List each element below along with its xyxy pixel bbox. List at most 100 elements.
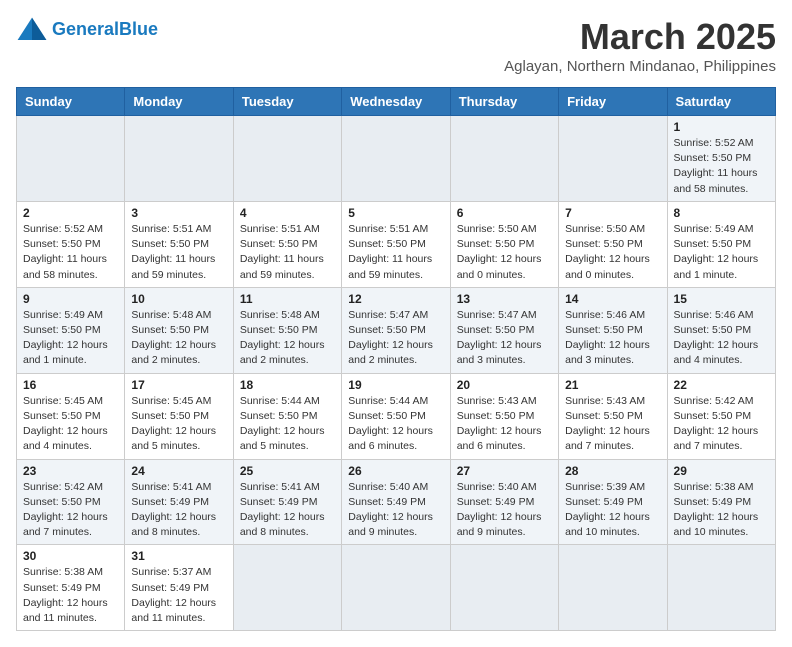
calendar-day-cell: 10 Sunrise: 5:48 AM Sunset: 5:50 PM Dayli… <box>125 287 233 373</box>
calendar-day-cell: 29Sunrise: 5:38 AM Sunset: 5:49 PM Dayli… <box>667 459 775 545</box>
day-info: Sunrise: 5:40 AM Sunset: 5:49 PM Dayligh… <box>457 480 552 541</box>
day-info: Sunrise: 5:51 AM Sunset: 5:50 PM Dayligh… <box>240 222 335 283</box>
day-number: 22 <box>674 378 769 392</box>
day-info: Sunrise: 5:42 AM Sunset: 5:50 PM Dayligh… <box>674 394 769 455</box>
calendar-day-cell: 11 Sunrise: 5:48 AM Sunset: 5:50 PM Dayli… <box>233 287 341 373</box>
calendar-day-cell: 21 Sunrise: 5:43 AM Sunset: 5:50 PM Dayli… <box>559 373 667 459</box>
calendar-day-cell: 26 Sunrise: 5:40 AM Sunset: 5:49 PM Dayli… <box>342 459 450 545</box>
calendar-day-cell: 8Sunrise: 5:49 AM Sunset: 5:50 PM Daylig… <box>667 201 775 287</box>
calendar-day-cell <box>125 116 233 202</box>
calendar-day-cell: 22 Sunrise: 5:42 AM Sunset: 5:50 PM Dayli… <box>667 373 775 459</box>
day-number: 30 <box>23 549 118 563</box>
day-number: 4 <box>240 206 335 220</box>
calendar-week-row: 23 Sunrise: 5:42 AM Sunset: 5:50 PM Dayli… <box>17 459 776 545</box>
day-number: 3 <box>131 206 226 220</box>
calendar-day-cell <box>233 116 341 202</box>
calendar-day-cell: 2 Sunrise: 5:52 AM Sunset: 5:50 PM Daylig… <box>17 201 125 287</box>
weekday-header-cell: Saturday <box>667 88 775 116</box>
day-number: 15 <box>674 292 769 306</box>
day-number: 5 <box>348 206 443 220</box>
logo-text: GeneralBlue <box>52 20 158 40</box>
day-info: Sunrise: 5:48 AM Sunset: 5:50 PM Dayligh… <box>131 308 226 369</box>
calendar-day-cell: 4 Sunrise: 5:51 AM Sunset: 5:50 PM Daylig… <box>233 201 341 287</box>
calendar-day-cell: 20Sunrise: 5:43 AM Sunset: 5:50 PM Dayli… <box>450 373 558 459</box>
calendar-day-cell: 19 Sunrise: 5:44 AM Sunset: 5:50 PM Dayli… <box>342 373 450 459</box>
day-number: 26 <box>348 464 443 478</box>
page-header: GeneralBlue March 2025 Aglayan, Northern… <box>16 16 776 75</box>
day-info: Sunrise: 5:40 AM Sunset: 5:49 PM Dayligh… <box>348 480 443 541</box>
day-info: Sunrise: 5:38 AM Sunset: 5:49 PM Dayligh… <box>674 480 769 541</box>
day-info: Sunrise: 5:44 AM Sunset: 5:50 PM Dayligh… <box>348 394 443 455</box>
calendar-title: March 2025 <box>504 16 776 58</box>
weekday-header-cell: Wednesday <box>342 88 450 116</box>
day-info: Sunrise: 5:45 AM Sunset: 5:50 PM Dayligh… <box>23 394 118 455</box>
calendar-day-cell: 9 Sunrise: 5:49 AM Sunset: 5:50 PM Daylig… <box>17 287 125 373</box>
day-info: Sunrise: 5:38 AM Sunset: 5:49 PM Dayligh… <box>23 565 118 626</box>
day-info: Sunrise: 5:43 AM Sunset: 5:50 PM Dayligh… <box>457 394 552 455</box>
day-number: 25 <box>240 464 335 478</box>
day-info: Sunrise: 5:52 AM Sunset: 5:50 PM Dayligh… <box>23 222 118 283</box>
day-number: 19 <box>348 378 443 392</box>
calendar-day-cell: 15 Sunrise: 5:46 AM Sunset: 5:50 PM Dayli… <box>667 287 775 373</box>
day-info: Sunrise: 5:45 AM Sunset: 5:50 PM Dayligh… <box>131 394 226 455</box>
day-number: 2 <box>23 206 118 220</box>
day-number: 12 <box>348 292 443 306</box>
day-info: Sunrise: 5:51 AM Sunset: 5:50 PM Dayligh… <box>131 222 226 283</box>
weekday-header-row: SundayMondayTuesdayWednesdayThursdayFrid… <box>17 88 776 116</box>
calendar-day-cell: 30 Sunrise: 5:38 AM Sunset: 5:49 PM Dayli… <box>17 545 125 631</box>
day-number: 7 <box>565 206 660 220</box>
logo: GeneralBlue <box>16 16 158 44</box>
day-info: Sunrise: 5:47 AM Sunset: 5:50 PM Dayligh… <box>348 308 443 369</box>
calendar-week-row: 16 Sunrise: 5:45 AM Sunset: 5:50 PM Dayli… <box>17 373 776 459</box>
day-number: 28 <box>565 464 660 478</box>
weekday-header-cell: Thursday <box>450 88 558 116</box>
day-number: 11 <box>240 292 335 306</box>
day-number: 9 <box>23 292 118 306</box>
calendar-day-cell: 28Sunrise: 5:39 AM Sunset: 5:49 PM Dayli… <box>559 459 667 545</box>
day-info: Sunrise: 5:41 AM Sunset: 5:49 PM Dayligh… <box>131 480 226 541</box>
calendar-day-cell: 5 Sunrise: 5:51 AM Sunset: 5:50 PM Daylig… <box>342 201 450 287</box>
calendar-day-cell <box>17 116 125 202</box>
logo-icon <box>16 16 48 44</box>
day-number: 16 <box>23 378 118 392</box>
day-number: 23 <box>23 464 118 478</box>
day-number: 31 <box>131 549 226 563</box>
day-number: 10 <box>131 292 226 306</box>
calendar-day-cell <box>450 545 558 631</box>
day-info: Sunrise: 5:49 AM Sunset: 5:50 PM Dayligh… <box>23 308 118 369</box>
calendar-day-cell: 16 Sunrise: 5:45 AM Sunset: 5:50 PM Dayli… <box>17 373 125 459</box>
calendar-day-cell <box>342 545 450 631</box>
calendar-day-cell: 18Sunrise: 5:44 AM Sunset: 5:50 PM Dayli… <box>233 373 341 459</box>
weekday-header-cell: Sunday <box>17 88 125 116</box>
calendar-table: SundayMondayTuesdayWednesdayThursdayFrid… <box>16 87 776 631</box>
day-info: Sunrise: 5:48 AM Sunset: 5:50 PM Dayligh… <box>240 308 335 369</box>
calendar-week-row: 30 Sunrise: 5:38 AM Sunset: 5:49 PM Dayli… <box>17 545 776 631</box>
day-info: Sunrise: 5:41 AM Sunset: 5:49 PM Dayligh… <box>240 480 335 541</box>
weekday-header-cell: Monday <box>125 88 233 116</box>
day-info: Sunrise: 5:43 AM Sunset: 5:50 PM Dayligh… <box>565 394 660 455</box>
calendar-day-cell <box>450 116 558 202</box>
calendar-day-cell: 12 Sunrise: 5:47 AM Sunset: 5:50 PM Dayli… <box>342 287 450 373</box>
calendar-day-cell: 23 Sunrise: 5:42 AM Sunset: 5:50 PM Dayli… <box>17 459 125 545</box>
day-number: 8 <box>674 206 769 220</box>
day-info: Sunrise: 5:51 AM Sunset: 5:50 PM Dayligh… <box>348 222 443 283</box>
calendar-week-row: 9 Sunrise: 5:49 AM Sunset: 5:50 PM Daylig… <box>17 287 776 373</box>
day-info: Sunrise: 5:52 AM Sunset: 5:50 PM Dayligh… <box>674 136 769 197</box>
weekday-header-cell: Tuesday <box>233 88 341 116</box>
day-info: Sunrise: 5:42 AM Sunset: 5:50 PM Dayligh… <box>23 480 118 541</box>
calendar-day-cell: 7Sunrise: 5:50 AM Sunset: 5:50 PM Daylig… <box>559 201 667 287</box>
day-number: 21 <box>565 378 660 392</box>
calendar-day-cell <box>559 545 667 631</box>
calendar-day-cell: 17Sunrise: 5:45 AM Sunset: 5:50 PM Dayli… <box>125 373 233 459</box>
day-number: 18 <box>240 378 335 392</box>
calendar-day-cell: 31Sunrise: 5:37 AM Sunset: 5:49 PM Dayli… <box>125 545 233 631</box>
calendar-week-row: 1Sunrise: 5:52 AM Sunset: 5:50 PM Daylig… <box>17 116 776 202</box>
calendar-day-cell: 1Sunrise: 5:52 AM Sunset: 5:50 PM Daylig… <box>667 116 775 202</box>
day-info: Sunrise: 5:47 AM Sunset: 5:50 PM Dayligh… <box>457 308 552 369</box>
calendar-subtitle: Aglayan, Northern Mindanao, Philippines <box>504 58 776 75</box>
day-info: Sunrise: 5:46 AM Sunset: 5:50 PM Dayligh… <box>674 308 769 369</box>
calendar-week-row: 2 Sunrise: 5:52 AM Sunset: 5:50 PM Daylig… <box>17 201 776 287</box>
day-info: Sunrise: 5:50 AM Sunset: 5:50 PM Dayligh… <box>457 222 552 283</box>
calendar-day-cell: 13Sunrise: 5:47 AM Sunset: 5:50 PM Dayli… <box>450 287 558 373</box>
calendar-day-cell: 6Sunrise: 5:50 AM Sunset: 5:50 PM Daylig… <box>450 201 558 287</box>
